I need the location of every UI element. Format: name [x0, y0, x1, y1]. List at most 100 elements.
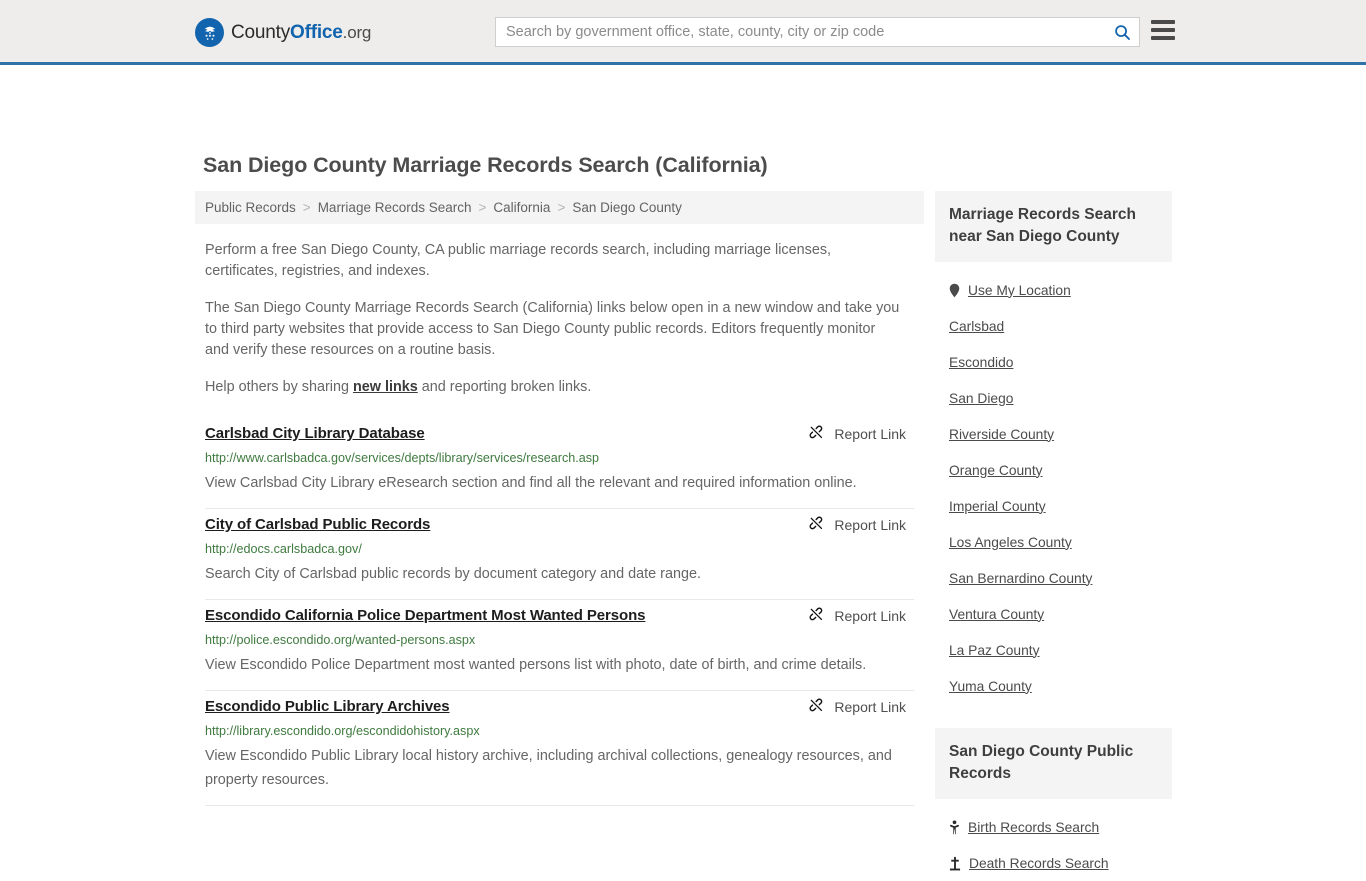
intro-p3-before: Help others by sharing: [205, 379, 353, 395]
report-link-label: Report Link: [834, 607, 906, 624]
breadcrumb-item-california[interactable]: California: [493, 200, 550, 215]
site-logo-text: CountyOffice.org: [231, 22, 371, 44]
broken-link-icon: [809, 516, 826, 533]
sidebar-item-birth-records-search[interactable]: Birth Records Search: [949, 809, 1158, 845]
sidebar-item-la-paz-county[interactable]: La Paz County: [949, 632, 1158, 668]
sidebar-item-riverside-county[interactable]: Riverside County: [949, 416, 1158, 452]
result-description: View Escondido Public Library local hist…: [205, 748, 892, 788]
sidebar-link-label[interactable]: La Paz County: [949, 643, 1040, 658]
report-link-label: Report Link: [834, 516, 906, 533]
result-title-link[interactable]: Carlsbad City Library Database: [205, 424, 425, 444]
sidebar-link-label[interactable]: Riverside County: [949, 427, 1054, 442]
hamburger-menu-icon[interactable]: [1151, 20, 1175, 40]
hamburger-bar: [1151, 36, 1175, 40]
sidebar-nearby-list: Use My Location Carlsbad Escondido San D…: [935, 262, 1172, 704]
breadcrumb-separator: >: [478, 200, 487, 215]
intro-paragraph-2: The San Diego County Marriage Records Se…: [205, 300, 900, 358]
breadcrumb: Public Records > Marriage Records Search…: [195, 191, 924, 224]
sidebar-link-label[interactable]: Los Angeles County: [949, 535, 1072, 550]
logo-text-county: County: [231, 21, 291, 43]
result-header: Escondido California Police Department M…: [205, 606, 914, 626]
breadcrumb-item-san-diego-county: San Diego County: [572, 200, 682, 215]
page-title: San Diego County Marriage Records Search…: [203, 153, 768, 177]
sidebar-item-imperial-county[interactable]: Imperial County: [949, 488, 1158, 524]
logo-text-org: .org: [342, 22, 372, 42]
result-title-link[interactable]: City of Carlsbad Public Records: [205, 515, 430, 535]
sidebar-link-label[interactable]: Imperial County: [949, 499, 1046, 514]
report-link-label: Report Link: [834, 698, 906, 715]
sidebar-link-label[interactable]: Carlsbad: [949, 319, 1004, 334]
sidebar-item-escondido[interactable]: Escondido: [949, 344, 1158, 380]
site-logo[interactable]: CountyOffice.org: [195, 18, 371, 47]
result-item: Carlsbad City Library Database Report Li…: [205, 418, 914, 509]
results-list: Carlsbad City Library Database Report Li…: [195, 418, 924, 806]
hamburger-bar: [1151, 28, 1175, 32]
main-column: Public Records > Marriage Records Search…: [195, 191, 924, 881]
breadcrumb-separator: >: [302, 200, 311, 215]
search-button[interactable]: [1105, 18, 1139, 46]
result-url: http://www.carlsbadca.gov/services/depts…: [205, 451, 600, 465]
result-item: Escondido California Police Department M…: [205, 600, 914, 691]
search-icon: [1113, 23, 1132, 42]
breadcrumb-separator: >: [557, 200, 566, 215]
sidebar-heading-public-records: San Diego County Public Records: [935, 728, 1172, 799]
site-header: CountyOffice.org: [0, 0, 1366, 65]
new-links-link[interactable]: new links: [353, 379, 418, 395]
sidebar-item-yuma-county[interactable]: Yuma County: [949, 668, 1158, 704]
search-bar[interactable]: [495, 17, 1140, 47]
report-link-button[interactable]: Report Link: [809, 425, 906, 442]
map-pin-icon: [949, 283, 960, 298]
result-header: City of Carlsbad Public Records Report L…: [205, 515, 914, 535]
intro-text: Perform a free San Diego County, CA publ…: [195, 240, 924, 398]
intro-p3-after: and reporting broken links.: [417, 379, 592, 395]
broken-link-icon: [809, 698, 826, 715]
hamburger-bar: [1151, 20, 1175, 24]
sidebar-public-records-box: San Diego County Public Records Birth Re…: [935, 728, 1172, 881]
result-title-link[interactable]: Escondido California Police Department M…: [205, 606, 645, 626]
result-item: City of Carlsbad Public Records Report L…: [205, 509, 914, 600]
search-input[interactable]: [496, 18, 1105, 46]
sidebar-item-orange-county[interactable]: Orange County: [949, 452, 1158, 488]
sidebar-item-death-records-search[interactable]: Death Records Search: [949, 845, 1158, 881]
result-item: Escondido Public Library Archives Report…: [205, 691, 914, 806]
result-url: http://edocs.carlsbadca.gov/: [205, 542, 362, 556]
result-description: View Carlsbad City Library eResearch sec…: [205, 475, 857, 491]
sidebar-item-ventura-county[interactable]: Ventura County: [949, 596, 1158, 632]
breadcrumb-item-public-records[interactable]: Public Records: [205, 200, 296, 215]
sidebar-link-label[interactable]: Orange County: [949, 463, 1043, 478]
sidebar-link-label[interactable]: San Bernardino County: [949, 571, 1092, 586]
report-link-button[interactable]: Report Link: [809, 607, 906, 624]
sidebar-link-label[interactable]: Ventura County: [949, 607, 1044, 622]
report-link-button[interactable]: Report Link: [809, 698, 906, 715]
sidebar-link-label[interactable]: Death Records Search: [969, 856, 1109, 871]
result-title-link[interactable]: Escondido Public Library Archives: [205, 697, 450, 717]
sidebar-public-records-list: Birth Records Search Death Records Searc…: [935, 799, 1172, 881]
sidebar-link-label[interactable]: San Diego: [949, 391, 1013, 406]
result-url: http://library.escondido.org/escondidohi…: [205, 724, 480, 738]
result-header: Escondido Public Library Archives Report…: [205, 697, 914, 717]
sidebar-link-label[interactable]: Birth Records Search: [968, 820, 1099, 835]
broken-link-icon: [809, 607, 826, 624]
broken-link-icon: [809, 425, 826, 442]
sidebar-item-carlsbad[interactable]: Carlsbad: [949, 308, 1158, 344]
intro-paragraph-3: Help others by sharing new links and rep…: [205, 377, 900, 398]
logo-text-office: Office: [290, 21, 343, 43]
sidebar-item-san-bernardino-county[interactable]: San Bernardino County: [949, 560, 1158, 596]
breadcrumb-item-marriage-records-search[interactable]: Marriage Records Search: [318, 200, 472, 215]
sidebar-item-los-angeles-county[interactable]: Los Angeles County: [949, 524, 1158, 560]
sidebar: Marriage Records Search near San Diego C…: [935, 191, 1172, 881]
eagle-seal-icon: [195, 18, 224, 47]
sidebar-link-label[interactable]: Yuma County: [949, 679, 1032, 694]
report-link-button[interactable]: Report Link: [809, 516, 906, 533]
result-description: View Escondido Police Department most wa…: [205, 657, 867, 673]
baby-icon: [949, 819, 960, 835]
sidebar-link-label[interactable]: Escondido: [949, 355, 1013, 370]
result-url: http://police.escondido.org/wanted-perso…: [205, 633, 476, 647]
sidebar-item-use-my-location[interactable]: Use My Location: [949, 272, 1158, 308]
report-link-label: Report Link: [834, 425, 906, 442]
sidebar-heading-nearby: Marriage Records Search near San Diego C…: [935, 191, 1172, 262]
sidebar-item-san-diego[interactable]: San Diego: [949, 380, 1158, 416]
sidebar-link-label[interactable]: Use My Location: [968, 283, 1071, 298]
